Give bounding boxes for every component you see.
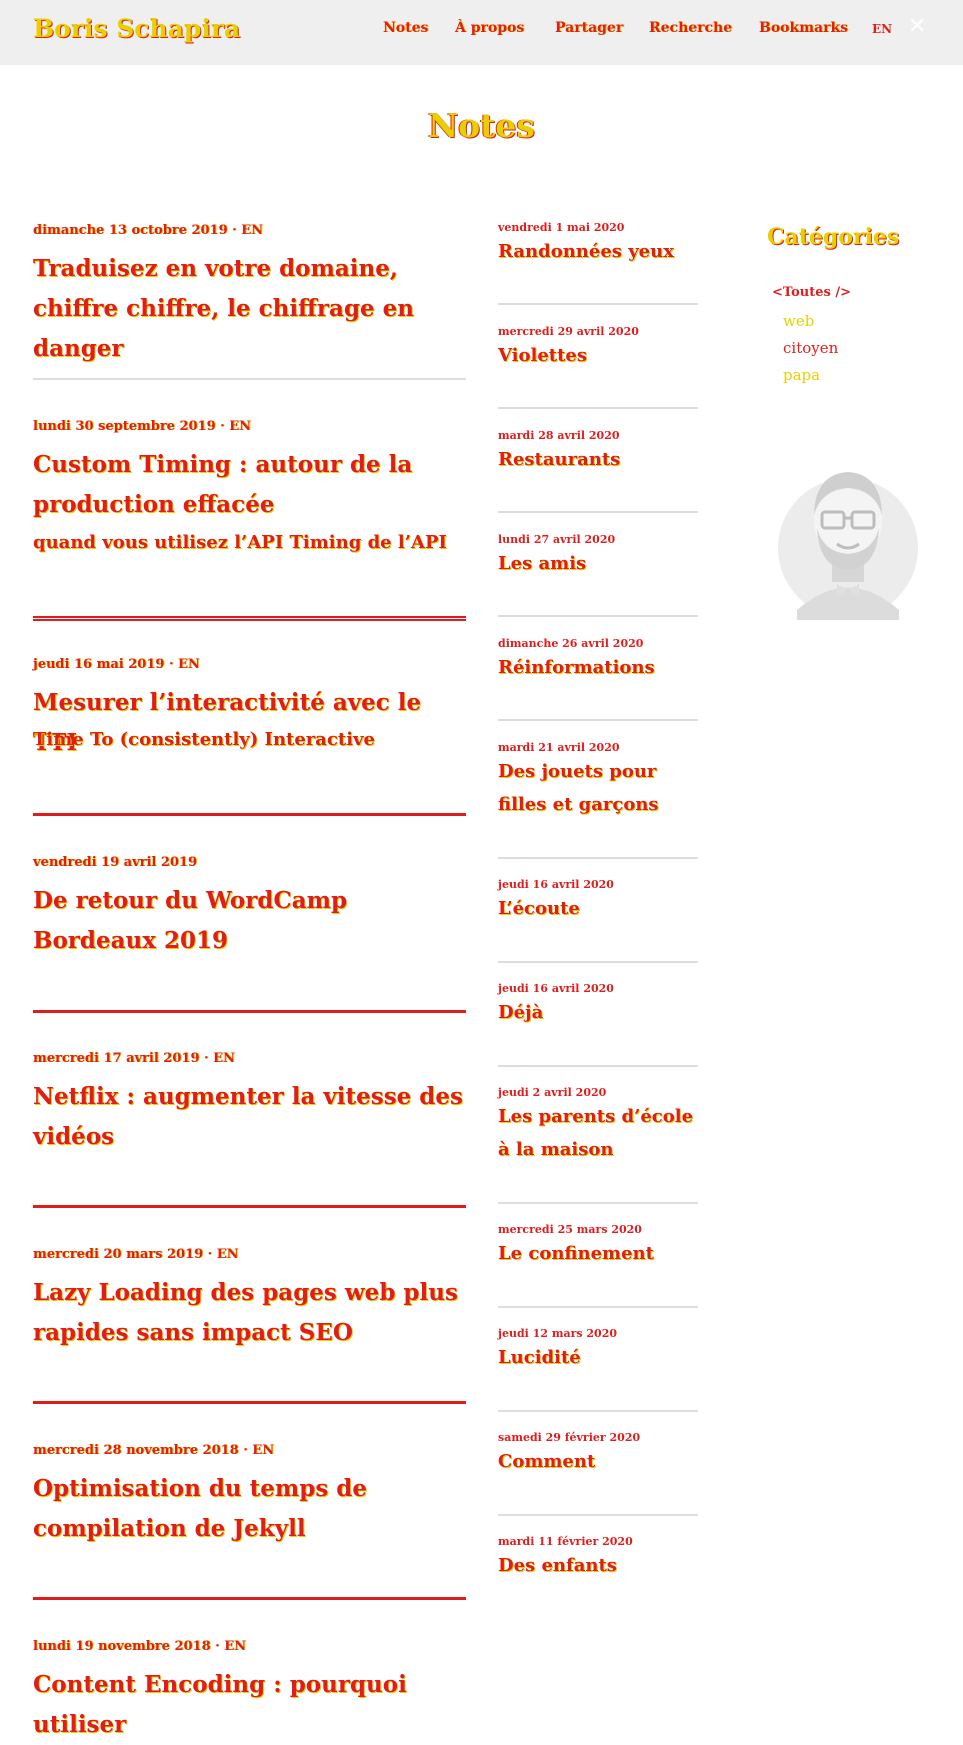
note-date: dimanche 13 octobre 2019 · EN <box>33 223 263 238</box>
note-divider <box>33 1010 466 1013</box>
recent-note-title[interactable]: Comment <box>498 1445 703 1478</box>
recent-note-divider <box>498 1514 698 1516</box>
recent-note-divider <box>498 615 698 617</box>
category-web[interactable]: web <box>783 312 814 330</box>
note-subtitle: Time To (consistently) Interactive <box>33 729 375 750</box>
recent-note-title[interactable]: Les parents d’école à la maison <box>498 1100 703 1166</box>
note-title[interactable]: De retour du WordCamp Bordeaux 2019 <box>33 881 466 961</box>
recent-note-title[interactable]: Déjà <box>498 996 703 1029</box>
note-date: lundi 30 septembre 2019 · EN <box>33 419 252 434</box>
recent-note-title[interactable]: Des jouets pour filles et garçons <box>498 755 703 821</box>
recent-note-divider <box>498 303 698 305</box>
recent-note-date: jeudi 2 avril 2020 <box>498 1086 607 1099</box>
note-divider <box>33 1401 466 1404</box>
note-divider <box>33 1597 466 1600</box>
note-date: mercredi 17 avril 2019 · EN <box>33 1051 235 1066</box>
note-divider <box>33 1205 466 1208</box>
recent-note-date: mercredi 25 mars 2020 <box>498 1223 642 1236</box>
recent-note-title[interactable]: Violettes <box>498 339 703 372</box>
note-date: mercredi 28 novembre 2018 · EN <box>33 1443 275 1458</box>
site-brand[interactable]: Boris Schapira <box>33 14 240 43</box>
recent-note-divider <box>498 511 698 513</box>
recent-note-divider <box>498 857 698 859</box>
note-divider <box>33 616 466 621</box>
recent-note-date: mardi 11 février 2020 <box>498 1535 633 1548</box>
recent-note-date: jeudi 16 avril 2020 <box>498 982 614 995</box>
note-title[interactable]: Content Encoding : pourquoi utiliser <box>33 1665 466 1745</box>
recent-note-title[interactable]: Le confinement <box>498 1237 703 1270</box>
recent-note-title[interactable]: Restaurants <box>498 443 703 476</box>
note-date: vendredi 19 avril 2019 <box>33 855 198 870</box>
recent-note-title[interactable]: Randonnées yeux <box>498 235 703 268</box>
note-title[interactable]: Traduisez en votre domaine, chiffre chif… <box>33 249 466 369</box>
recent-note-title[interactable]: Lucidité <box>498 1341 703 1374</box>
note-subtitle: quand vous utilisez l’API Timing de l’AP… <box>33 532 447 553</box>
recent-note-date: dimanche 26 avril 2020 <box>498 637 644 650</box>
recent-note-date: jeudi 12 mars 2020 <box>498 1327 618 1340</box>
note-title[interactable]: Optimisation du temps de compilation de … <box>33 1469 466 1549</box>
recent-note-divider <box>498 961 698 963</box>
note-divider <box>33 813 466 816</box>
recent-note-divider <box>498 1306 698 1308</box>
avatar-illustration <box>778 472 918 620</box>
recent-note-date: mardi 21 avril 2020 <box>498 741 620 754</box>
nav-bookmarks[interactable]: Bookmarks <box>759 20 848 36</box>
recent-note-divider <box>498 1410 698 1412</box>
site-header: Boris Schapira Notes À propos Partager R… <box>0 0 963 65</box>
note-title[interactable]: Netflix : augmenter la vitesse des vidéo… <box>33 1077 466 1157</box>
nav-partager[interactable]: Partager <box>555 20 623 36</box>
note-date: mercredi 20 mars 2019 · EN <box>33 1247 239 1262</box>
note-date: jeudi 16 mai 2019 · EN <box>33 657 200 672</box>
language-switch[interactable]: EN <box>872 22 892 36</box>
note-date: lundi 19 novembre 2018 · EN <box>33 1639 247 1654</box>
category-citoyen[interactable]: citoyen <box>783 339 838 357</box>
recent-note-title[interactable]: Les amis <box>498 547 703 580</box>
recent-note-title[interactable]: L’écoute <box>498 892 703 925</box>
category-papa[interactable]: papa <box>783 366 820 384</box>
nav-a-propos[interactable]: À propos <box>455 20 524 36</box>
recent-note-title[interactable]: Des enfants <box>498 1549 703 1582</box>
recent-note-date: mercredi 29 avril 2020 <box>498 325 639 338</box>
page-title: Notes <box>428 106 535 145</box>
recent-note-date: vendredi 1 mai 2020 <box>498 221 625 234</box>
nav-notes[interactable]: Notes <box>383 20 428 36</box>
categories-title: Catégories <box>767 224 900 250</box>
recent-note-date: mardi 28 avril 2020 <box>498 429 620 442</box>
recent-note-divider <box>498 407 698 409</box>
recent-note-title[interactable]: Réinformations <box>498 651 703 684</box>
category-all-link[interactable]: <Toutes /> <box>772 285 851 300</box>
recent-note-date: jeudi 16 avril 2020 <box>498 878 614 891</box>
close-icon[interactable]: ✕ <box>908 16 926 38</box>
recent-note-divider <box>498 1202 698 1204</box>
note-title[interactable]: Lazy Loading des pages web plus rapides … <box>33 1273 466 1353</box>
recent-note-date: lundi 27 avril 2020 <box>498 533 616 546</box>
note-title[interactable]: Custom Timing : autour de la production … <box>33 445 466 525</box>
note-divider <box>33 378 466 380</box>
recent-note-divider <box>498 719 698 721</box>
recent-note-date: samedi 29 février 2020 <box>498 1431 641 1444</box>
recent-note-divider <box>498 1065 698 1067</box>
nav-recherche[interactable]: Recherche <box>649 20 732 36</box>
